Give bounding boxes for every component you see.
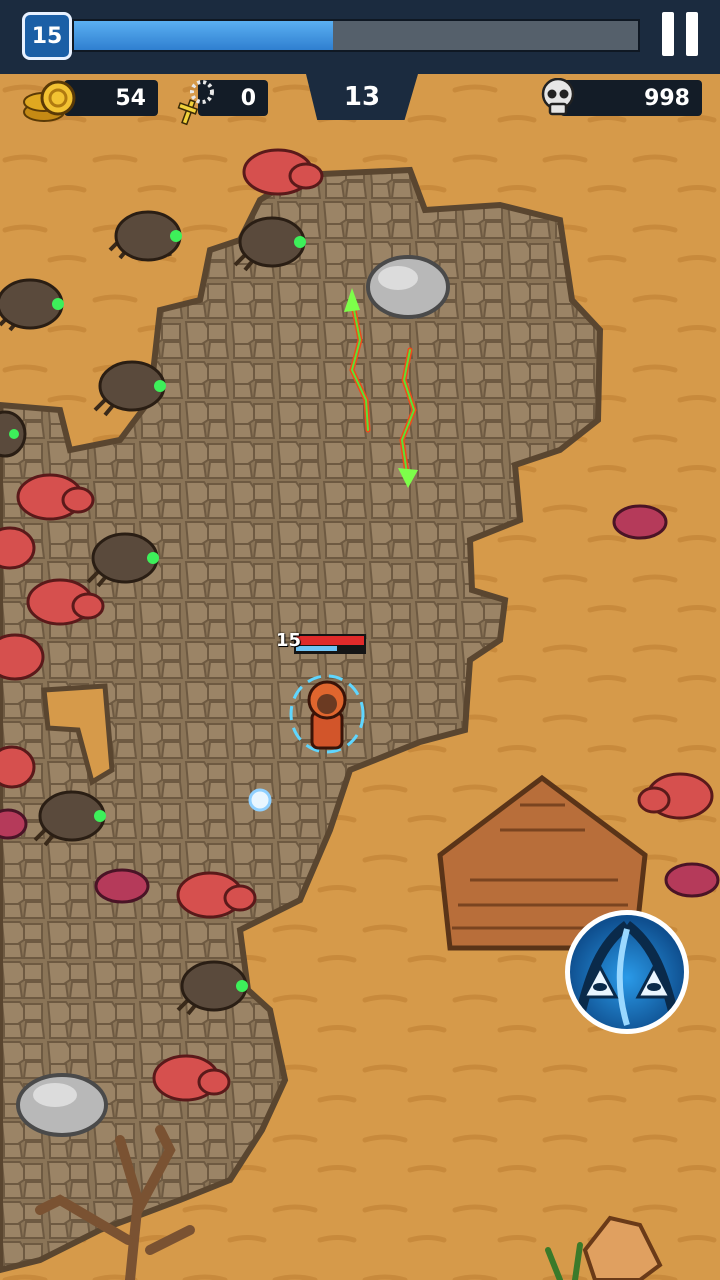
special-ability-button[interactable] (565, 910, 689, 1034)
pause-button[interactable] (656, 8, 704, 60)
boulder (16, 1073, 108, 1137)
pause-icon (686, 12, 698, 56)
wave-counter: 13 (306, 74, 418, 120)
rosary-cross-icon (177, 80, 214, 126)
rosary-count: 0 (240, 85, 256, 111)
kill-counter: 998 (560, 80, 702, 116)
player-hp-fill (296, 636, 364, 645)
boulder (366, 255, 450, 319)
pause-icon (662, 12, 674, 56)
experience-bar (72, 19, 640, 52)
coin-count: 54 (115, 85, 146, 111)
experience-bar-fill (74, 21, 334, 50)
gold-coin-stack-icon (23, 80, 76, 122)
eye-of-providence-ability-icon (575, 920, 679, 1026)
experience-orb (248, 788, 272, 812)
player-mana-fill (296, 646, 337, 651)
player-level-badge: 15 (22, 12, 72, 60)
kill-count: 998 (644, 85, 690, 111)
skull-icon (541, 78, 575, 116)
player-health-bar: 15 (276, 630, 368, 656)
player-level-tag: 15 (276, 630, 302, 651)
coin-counter: 54 (64, 80, 158, 116)
